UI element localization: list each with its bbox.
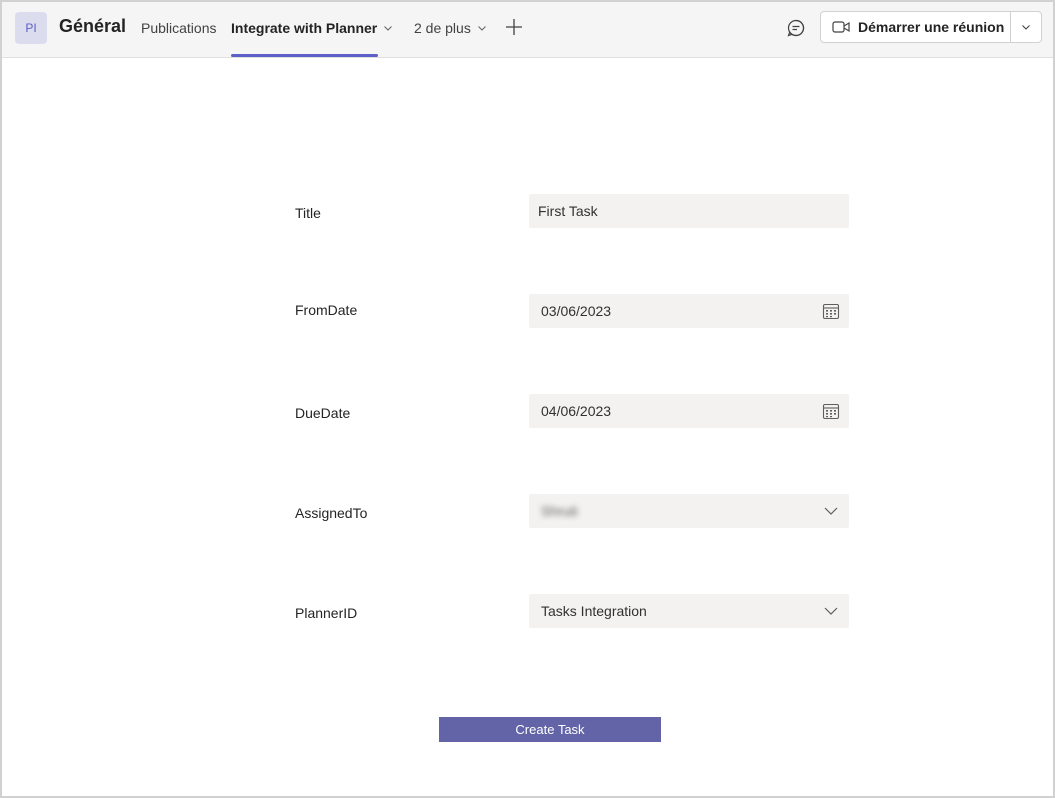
calendar-icon[interactable]	[821, 301, 841, 321]
video-camera-icon	[832, 21, 850, 33]
fromdate-value: 03/06/2023	[541, 303, 612, 319]
chevron-down-icon	[824, 607, 838, 615]
start-meeting-button[interactable]: Démarrer une réunion	[821, 12, 1011, 42]
channel-title: Général	[59, 16, 127, 36]
tab-label: Integrate with Planner	[231, 20, 378, 36]
plannerid-label: PlannerID	[295, 605, 358, 621]
chevron-down-icon	[477, 26, 486, 31]
tab-integrate-with-planner[interactable]: Integrate with Planner	[231, 20, 393, 36]
start-meeting-label: Démarrer une réunion	[858, 19, 1005, 35]
assignedto-dropdown[interactable]: Shruti	[529, 494, 849, 528]
chevron-down-icon	[824, 507, 838, 515]
tab-label: 2 de plus	[414, 20, 471, 36]
chat-icon[interactable]	[785, 17, 807, 39]
add-tab-icon[interactable]	[503, 16, 525, 38]
assignedto-value: Shruti	[541, 503, 578, 519]
create-task-button[interactable]: Create Task	[439, 717, 661, 742]
assignedto-label: AssignedTo	[295, 505, 368, 521]
fromdate-field[interactable]: 03/06/2023	[529, 294, 849, 328]
chevron-down-icon[interactable]	[383, 23, 393, 33]
calendar-icon[interactable]	[821, 401, 841, 421]
fromdate-label: FromDate	[295, 302, 358, 318]
chevron-down-icon	[1022, 25, 1030, 30]
active-tab-indicator	[231, 54, 378, 57]
plannerid-dropdown[interactable]: Tasks Integration	[529, 594, 849, 628]
meeting-options-dropdown[interactable]	[1011, 12, 1041, 42]
duedate-value: 04/06/2023	[541, 403, 612, 419]
team-avatar[interactable]: PI	[15, 12, 47, 44]
duedate-label: DueDate	[295, 405, 351, 421]
title-label: Title	[295, 205, 321, 221]
title-input[interactable]	[529, 194, 849, 228]
tab-more[interactable]: 2 de plus	[414, 20, 487, 36]
plannerid-value: Tasks Integration	[541, 603, 647, 619]
app-window: PI Général Publications Integrate with P…	[0, 0, 1055, 798]
start-meeting-button-group: Démarrer une réunion	[820, 11, 1042, 43]
tab-label: Publications	[141, 20, 217, 36]
tab-publications[interactable]: Publications	[141, 20, 217, 36]
channel-header: PI Général Publications Integrate with P…	[2, 2, 1053, 58]
duedate-field[interactable]: 04/06/2023	[529, 394, 849, 428]
title-field[interactable]	[529, 194, 849, 228]
